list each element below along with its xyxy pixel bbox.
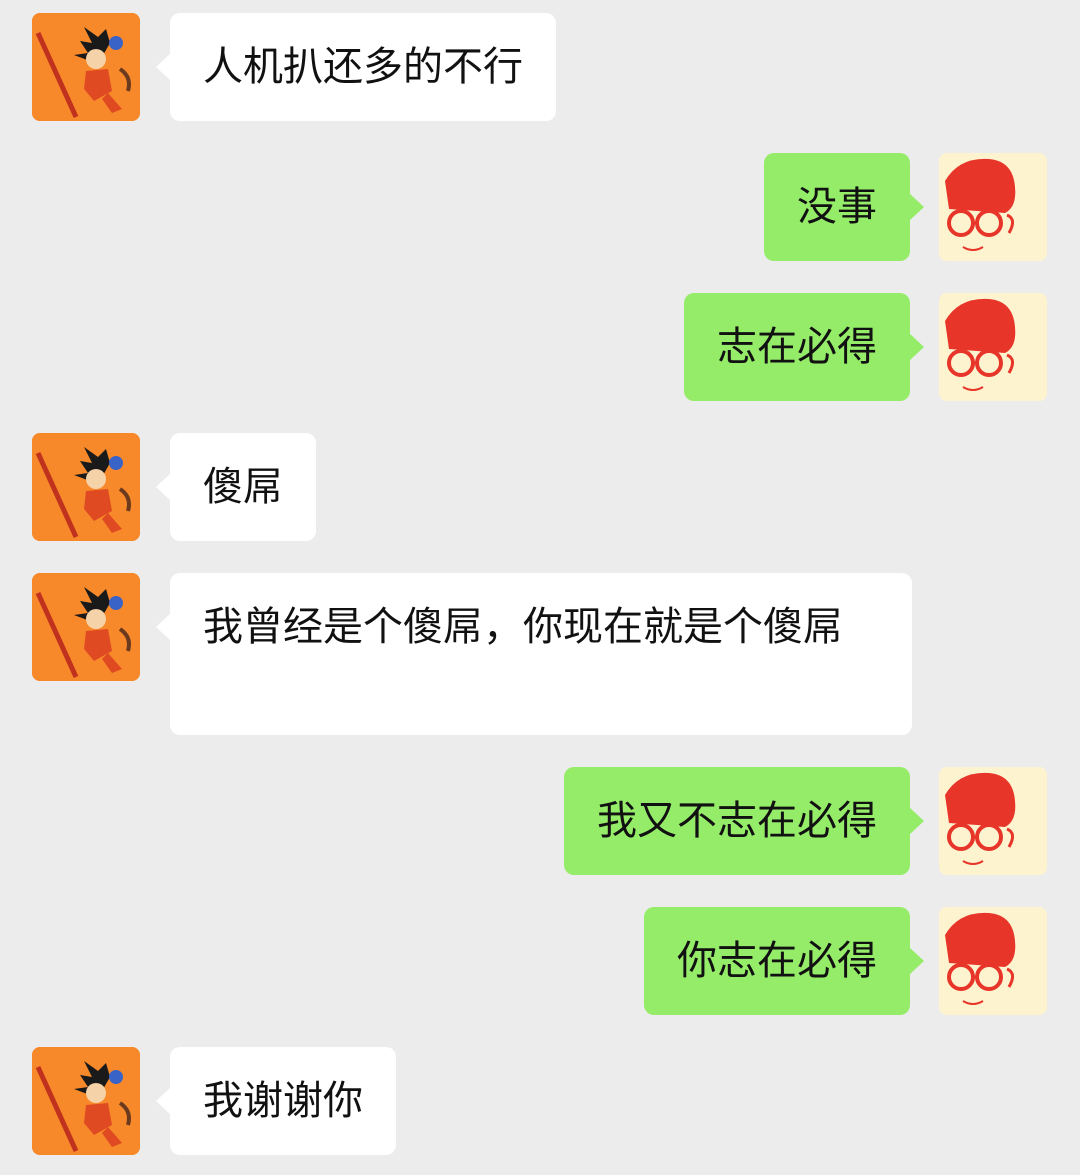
red-hair-glasses-girl-avatar-icon[interactable]: [939, 767, 1047, 875]
message-text: 人机扒还多的不行: [203, 44, 523, 90]
sent-message-bubble[interactable]: 我又不志在必得: [564, 767, 924, 875]
received-message-bubble[interactable]: 我谢谢你: [156, 1047, 396, 1155]
received-message-bubble[interactable]: 人机扒还多的不行: [156, 13, 556, 121]
message-text: 我又不志在必得: [597, 798, 877, 844]
received-message-bubble[interactable]: 我曾经是个傻屌，你现在就是个傻屌: [156, 573, 912, 735]
message-text: 傻屌: [203, 464, 283, 510]
red-hair-glasses-girl-avatar-icon[interactable]: [939, 293, 1047, 401]
goku-avatar-icon[interactable]: [32, 433, 140, 541]
red-hair-glasses-girl-avatar-icon[interactable]: [939, 907, 1047, 1015]
sent-message-bubble[interactable]: 没事: [764, 153, 924, 261]
message-text: 我曾经是个傻屌，你现在就是个傻屌: [203, 604, 843, 650]
message-text: 没事: [797, 184, 877, 230]
goku-avatar-icon[interactable]: [32, 1047, 140, 1155]
red-hair-glasses-girl-avatar-icon[interactable]: [939, 153, 1047, 261]
message-text: 你志在必得: [677, 938, 877, 984]
received-message-bubble[interactable]: 傻屌: [156, 433, 316, 541]
sent-message-bubble[interactable]: 志在必得: [684, 293, 924, 401]
message-text: 志在必得: [717, 324, 877, 370]
goku-avatar-icon[interactable]: [32, 573, 140, 681]
sent-message-bubble[interactable]: 你志在必得: [644, 907, 924, 1015]
message-text: 我谢谢你: [203, 1078, 363, 1124]
goku-avatar-icon[interactable]: [32, 13, 140, 121]
